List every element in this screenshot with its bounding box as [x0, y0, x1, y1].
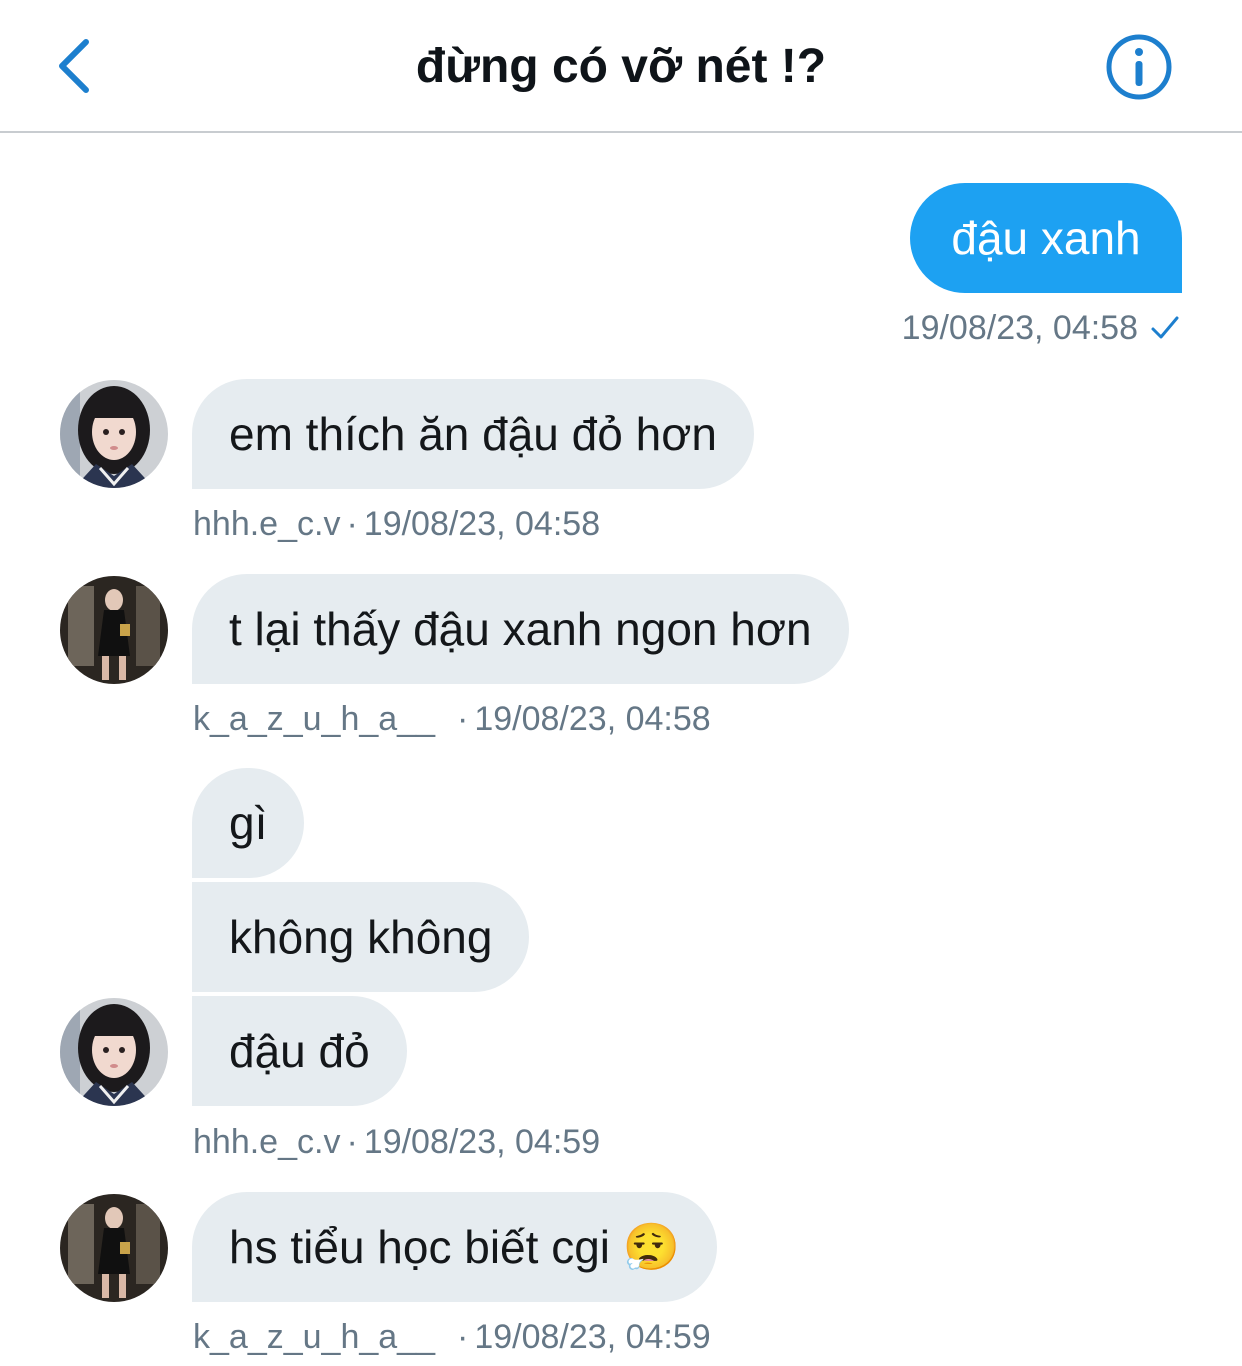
message-sender: k_a_z_u_h_a__ [193, 1318, 436, 1356]
info-button[interactable] [1104, 32, 1174, 102]
avatar-k-a-z-u-h-a[interactable] [60, 576, 168, 684]
avatar-hhh-e-c-v[interactable] [60, 998, 168, 1106]
incoming-message-meta: hhh.e_c.v · 19/08/23, 04:58 [193, 505, 601, 543]
outgoing-message-bubble[interactable]: đậu xanh [910, 183, 1182, 293]
message-timestamp: 19/08/23, 04:58 [901, 309, 1138, 347]
incoming-message-bubble[interactable]: hs tiểu học biết cgi 😮‍💨 [192, 1192, 718, 1302]
message-sender: hhh.e_c.v [193, 1123, 341, 1161]
conversation-header: đừng có vỡ nét !? [0, 0, 1242, 133]
incoming-message-meta: k_a_z_u_h_a__ · 19/08/23, 04:58 [193, 700, 711, 738]
chevron-left-icon [59, 39, 89, 93]
message-timestamp: 19/08/23, 04:58 [363, 505, 601, 543]
avatar-hhh-e-c-v[interactable] [60, 380, 168, 488]
message-timestamp: 19/08/23, 04:59 [474, 1318, 711, 1356]
back-button[interactable] [44, 30, 104, 102]
checkmark-icon [1151, 316, 1179, 339]
incoming-message-bubble[interactable]: em thích ăn đậu đỏ hơn [192, 379, 754, 489]
message-sender: hhh.e_c.v [193, 505, 341, 543]
incoming-message-meta: k_a_z_u_h_a__ · 19/08/23, 04:59 [193, 1318, 711, 1356]
info-icon [1106, 34, 1172, 100]
incoming-message-meta: hhh.e_c.v · 19/08/23, 04:59 [193, 1123, 601, 1161]
avatar-k-a-z-u-h-a[interactable] [60, 1194, 168, 1302]
message-timestamp: 19/08/23, 04:59 [363, 1123, 601, 1161]
message-timestamp: 19/08/23, 04:58 [474, 700, 711, 738]
incoming-message-bubble[interactable]: t lại thấy đậu xanh ngon hơn [192, 574, 849, 684]
incoming-message-bubble[interactable]: không không [192, 882, 530, 992]
conversation-title: đừng có vỡ nét !? [415, 40, 827, 93]
incoming-message-bubble[interactable]: đậu đỏ [192, 996, 407, 1106]
message-sender: k_a_z_u_h_a__ [193, 700, 436, 738]
incoming-message-bubble[interactable]: gì [192, 768, 305, 878]
outgoing-message-meta: 19/08/23, 04:58 [902, 308, 1180, 348]
